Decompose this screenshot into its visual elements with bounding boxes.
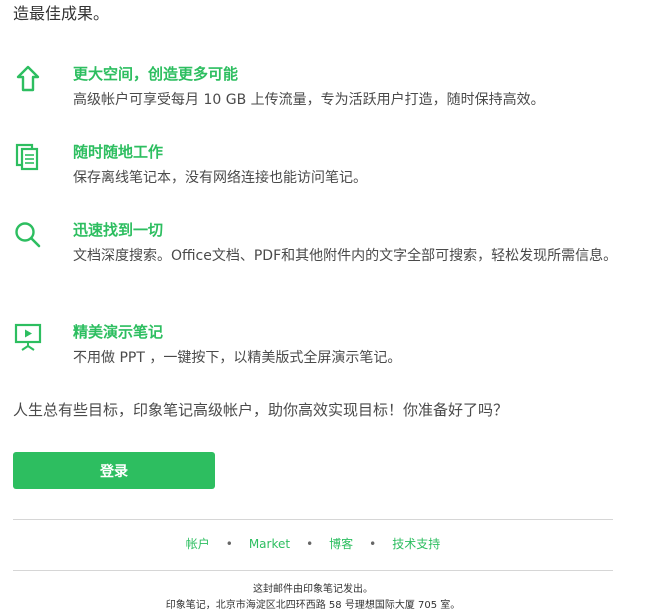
feature-offline: 随时随地工作 保存离线笔记本，没有网络连接也能访问笔记。: [13, 142, 623, 190]
feature-presentation: 精美演示笔记 不用做 PPT ，一键按下，以精美版式全屏演示笔记。: [13, 322, 623, 370]
footer-sender-note: 这封邮件由印象笔记发出。: [253, 584, 373, 595]
footer-separator: •: [306, 537, 314, 551]
divider-bottom: [13, 570, 613, 571]
footer-separator: •: [225, 537, 233, 551]
feature-desc: 保存离线笔记本，没有网络连接也能访问笔记。: [73, 170, 367, 186]
footer-link-blog[interactable]: 博客: [329, 537, 353, 551]
footer-address: 印象笔记，北京市海淀区北四环西路 58 号理想国际大厦 705 室。: [165, 600, 461, 611]
footer-links: 帐户 • Market • 博客 • 技术支持: [13, 535, 613, 553]
footer-link-account[interactable]: 帐户: [186, 537, 210, 551]
feature-search: 迅速找到一切 文档深度搜索。Office文档、PDF和其他附件内的文字全部可搜索…: [13, 220, 623, 292]
footer-link-market[interactable]: Market: [249, 537, 290, 551]
feature-title: 迅速找到一切: [73, 221, 164, 239]
intro-text: 造最佳成果。: [13, 4, 110, 23]
feature-more-space: 更大空间，创造更多可能 高级帐户可享受每月 10 GB 上传流量，专为活跃用户打…: [13, 64, 623, 112]
presentation-icon: [13, 322, 43, 352]
footer-link-support[interactable]: 技术支持: [392, 537, 440, 551]
feature-desc: 文档深度搜索。Office文档、PDF和其他附件内的文字全部可搜索，轻松发现所需…: [73, 248, 618, 264]
feature-title: 更大空间，创造更多可能: [73, 65, 239, 83]
feature-desc: 高级帐户可享受每月 10 GB 上传流量，专为活跃用户打造，随时保持高效。: [73, 92, 545, 108]
login-button[interactable]: 登录: [13, 452, 215, 489]
feature-title: 随时随地工作: [73, 143, 164, 161]
feature-desc: 不用做 PPT ，一键按下，以精美版式全屏演示笔记。: [73, 350, 402, 366]
footer-separator: •: [369, 537, 377, 551]
divider-top: [13, 519, 613, 520]
offline-notebook-icon: [13, 142, 43, 172]
upload-arrow-icon: [13, 64, 43, 94]
feature-title: 精美演示笔记: [73, 323, 164, 341]
search-icon: [13, 220, 43, 250]
closing-text: 人生总有些目标，印象笔记高级帐户，助你高效实现目标！你准备好了吗？: [13, 401, 509, 419]
